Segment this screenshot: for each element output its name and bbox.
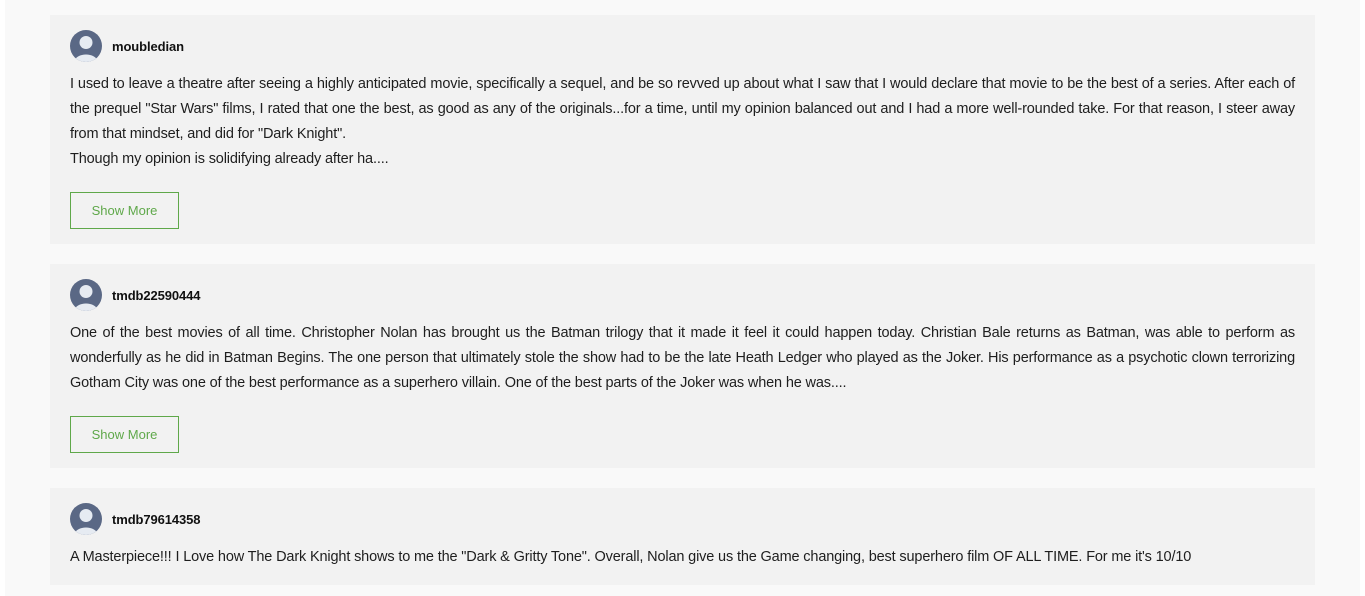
user-avatar-icon[interactable] — [70, 503, 102, 535]
show-more-button[interactable]: Show More — [70, 416, 179, 453]
review-paragraph: Though my opinion is solidifying already… — [70, 151, 389, 167]
user-avatar-icon[interactable] — [70, 279, 102, 311]
review-text: I used to leave a theatre after seeing a… — [70, 72, 1295, 172]
user-avatar-icon[interactable] — [70, 30, 102, 62]
review-header: tmdb79614358 — [70, 503, 201, 535]
review-username[interactable]: tmdb22590444 — [112, 288, 201, 303]
review-username[interactable]: moubledian — [112, 39, 184, 54]
review-text: A Masterpiece!!! I Love how The Dark Kni… — [70, 545, 1295, 570]
review-text: One of the best movies of all time. Chri… — [70, 321, 1295, 396]
review-card: tmdb22590444 One of the best movies of a… — [50, 264, 1315, 468]
review-header: moubledian — [70, 30, 184, 62]
review-card: moubledian I used to leave a theatre aft… — [50, 15, 1315, 244]
review-username[interactable]: tmdb79614358 — [112, 512, 201, 527]
review-paragraph: I used to leave a theatre after seeing a… — [70, 76, 1295, 142]
reviews-page: moubledian I used to leave a theatre aft… — [5, 0, 1360, 596]
review-header: tmdb22590444 — [70, 279, 201, 311]
show-more-button[interactable]: Show More — [70, 192, 179, 229]
review-card: tmdb79614358 A Masterpiece!!! I Love how… — [50, 488, 1315, 585]
review-paragraph: A Masterpiece!!! I Love how The Dark Kni… — [70, 549, 1192, 565]
review-paragraph: One of the best movies of all time. Chri… — [70, 325, 1295, 391]
